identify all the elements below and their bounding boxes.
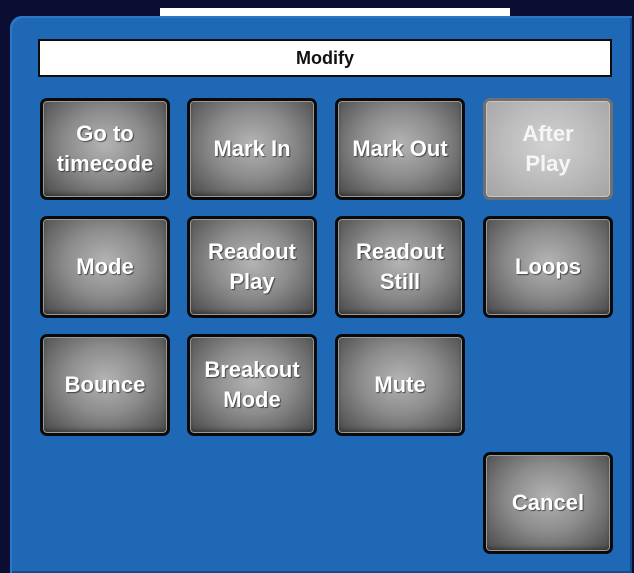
breakout-mode-label: Breakout Mode bbox=[204, 357, 300, 412]
mark-in-label: Mark In bbox=[213, 136, 291, 162]
top-edge-strip bbox=[160, 8, 510, 16]
mark-out-label: Mark Out bbox=[352, 136, 448, 162]
breakout-mode-button[interactable]: Breakout Mode bbox=[187, 334, 317, 436]
mark-out-button[interactable]: Mark Out bbox=[335, 98, 465, 200]
mark-in-button[interactable]: Mark In bbox=[187, 98, 317, 200]
readout-still-label: Readout Still bbox=[356, 239, 444, 294]
go-to-timecode-label: Go to timecode bbox=[56, 121, 154, 176]
dialog-title-bar: Modify bbox=[38, 39, 612, 77]
dialog-title: Modify bbox=[296, 47, 354, 68]
readout-play-label: Readout Play bbox=[208, 239, 296, 294]
mode-button[interactable]: Mode bbox=[40, 216, 170, 318]
bounce-label: Bounce bbox=[64, 372, 146, 398]
after-play-label: After Play bbox=[522, 121, 574, 176]
mode-label: Mode bbox=[76, 254, 134, 280]
loops-button[interactable]: Loops bbox=[483, 216, 613, 318]
readout-play-button[interactable]: Readout Play bbox=[187, 216, 317, 318]
after-play-button[interactable]: After Play bbox=[483, 98, 613, 200]
mute-button[interactable]: Mute bbox=[335, 334, 465, 436]
mute-label: Mute bbox=[374, 372, 426, 398]
go-to-timecode-button[interactable]: Go to timecode bbox=[40, 98, 170, 200]
cancel-button[interactable]: Cancel bbox=[483, 452, 613, 554]
readout-still-button[interactable]: Readout Still bbox=[335, 216, 465, 318]
cancel-label: Cancel bbox=[511, 490, 585, 516]
bounce-button[interactable]: Bounce bbox=[40, 334, 170, 436]
loops-label: Loops bbox=[515, 254, 581, 280]
